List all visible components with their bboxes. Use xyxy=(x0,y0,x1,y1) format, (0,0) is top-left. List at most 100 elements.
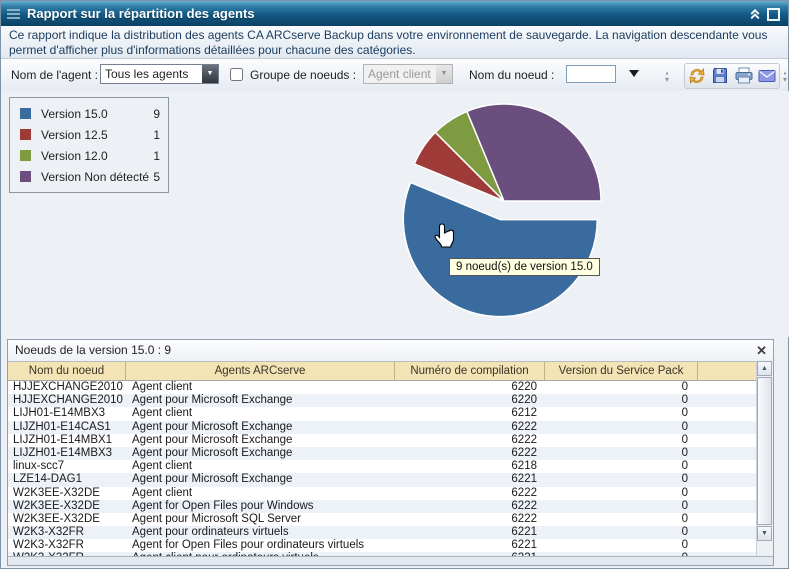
cell-node: W2K3EE-X32DE xyxy=(8,487,126,500)
cell-agent: Agent for Open Files pour ordinateurs vi… xyxy=(126,539,395,552)
cell-node: HJJEXCHANGE2010 xyxy=(8,394,126,407)
table-row[interactable]: W2K3EE-X32DE Agent pour Microsoft SQL Se… xyxy=(8,513,757,526)
table-row[interactable]: HJJEXCHANGE2010 Agent client 6220 0 xyxy=(8,381,757,394)
table-row[interactable]: LZE14-DAG1 Agent pour Microsoft Exchange… xyxy=(8,473,757,486)
cell-build: 6222 xyxy=(395,487,545,500)
chart-legend: Version 15.0 9 Version 12.5 1 Version 12… xyxy=(9,97,169,193)
table-row[interactable]: linux-scc7 Agent client 6218 0 xyxy=(8,460,757,473)
table-row[interactable]: W2K3-X32FR Agent pour ordinateurs virtue… xyxy=(8,526,757,539)
cell-build: 6212 xyxy=(395,407,545,420)
scroll-up-icon[interactable]: ▲ xyxy=(757,361,772,376)
panel-bottom-strip xyxy=(8,556,773,565)
report-description: Ce rapport indique la distribution des a… xyxy=(1,26,788,59)
table-row[interactable]: W2K3EE-X32DE Agent client 6222 0 xyxy=(8,487,757,500)
cell-node: LZE14-DAG1 xyxy=(8,473,126,486)
cell-agent: Agent pour ordinateurs virtuels xyxy=(126,526,395,539)
legend-item[interactable]: Version 12.0 1 xyxy=(18,145,160,166)
cell-node: HJJEXCHANGE2010 xyxy=(8,381,126,394)
cell-build: 6222 xyxy=(395,500,545,513)
cell-filler xyxy=(698,434,757,447)
legend-swatch xyxy=(20,129,31,140)
cell-build: 6221 xyxy=(395,539,545,552)
restore-icon[interactable] xyxy=(767,8,780,21)
cell-sp: 0 xyxy=(545,434,698,447)
legend-count: 1 xyxy=(153,128,160,142)
cell-node: W2K3-X32FR xyxy=(8,526,126,539)
pie-tooltip: 9 noeud(s) de version 15.0 xyxy=(449,258,600,276)
agent-select[interactable]: Tous les agents ▼ xyxy=(100,64,219,84)
cell-node: LIJZH01-E14MBX3 xyxy=(8,447,126,460)
node-name-label: Nom du noeud : xyxy=(469,68,554,82)
cell-agent: Agent pour Microsoft Exchange xyxy=(126,421,395,434)
cell-sp: 0 xyxy=(545,526,698,539)
cell-sp: 0 xyxy=(545,473,698,486)
chevron-down-icon: ▼ xyxy=(436,65,452,83)
table-row[interactable]: HJJEXCHANGE2010 Agent pour Microsoft Exc… xyxy=(8,394,757,407)
cell-node: W2K3EE-X32DE xyxy=(8,513,126,526)
table-row[interactable]: LIJZH01-E14MBX3 Agent pour Microsoft Exc… xyxy=(8,447,757,460)
cell-node: W2K3-X32FR xyxy=(8,539,126,552)
table-row[interactable]: LIJZH01-E14MBX1 Agent pour Microsoft Exc… xyxy=(8,434,757,447)
cell-filler xyxy=(698,407,757,420)
refresh-icon[interactable] xyxy=(687,66,707,86)
page-title: Rapport sur la répartition des agents xyxy=(27,6,255,21)
cell-sp: 0 xyxy=(545,407,698,420)
cell-build: 6221 xyxy=(395,526,545,539)
pie-slice-1[interactable] xyxy=(403,183,597,317)
print-icon[interactable] xyxy=(734,66,754,86)
cell-build: 6221 xyxy=(395,473,545,486)
column-header-node[interactable]: Nom du noeud xyxy=(8,362,126,380)
vertical-scrollbar[interactable]: ▲ ▼ xyxy=(756,361,773,560)
legend-label: Version Non détecté xyxy=(41,170,149,184)
toolbar-overflow-icon[interactable]: ▪▾ xyxy=(662,71,672,83)
node-group-checkbox[interactable] xyxy=(230,68,243,81)
node-name-dropdown-icon[interactable] xyxy=(629,70,639,77)
table-row[interactable]: W2K3-X32FR Agent for Open Files pour ord… xyxy=(8,539,757,552)
agent-select-value: Tous les agents xyxy=(105,67,188,81)
node-name-input[interactable] xyxy=(566,65,616,83)
toolbar-overflow-icon[interactable]: ▪▾ xyxy=(780,71,789,83)
chevron-down-icon[interactable]: ▼ xyxy=(202,65,218,83)
legend-swatch xyxy=(20,150,31,161)
close-icon[interactable]: ✕ xyxy=(756,342,767,359)
nodes-panel: Noeuds de la version 15.0 : 9 ✕ Nom du n… xyxy=(7,339,774,566)
cell-filler xyxy=(698,539,757,552)
cell-sp: 0 xyxy=(545,381,698,394)
scroll-down-icon[interactable]: ▼ xyxy=(757,526,772,541)
legend-item[interactable]: Version 15.0 9 xyxy=(18,103,160,124)
node-group-select-value: Agent client xyxy=(368,67,431,81)
cell-node: LIJZH01-E14MBX1 xyxy=(8,434,126,447)
node-group-select: Agent client ▼ xyxy=(363,64,453,84)
table-row[interactable]: W2K3EE-X32DE Agent for Open Files pour W… xyxy=(8,500,757,513)
hand-cursor-icon xyxy=(434,223,456,254)
scrollbar-thumb[interactable] xyxy=(757,377,772,525)
cell-build: 6220 xyxy=(395,394,545,407)
cell-build: 6222 xyxy=(395,513,545,526)
titlebar: Rapport sur la répartition des agents xyxy=(1,1,788,26)
legend-label: Version 12.0 xyxy=(41,149,108,163)
legend-swatch xyxy=(20,108,31,119)
table-row[interactable]: LIJH01-E14MBX3 Agent client 6212 0 xyxy=(8,407,757,420)
collapse-icon[interactable] xyxy=(748,7,762,20)
agent-name-label: Nom de l'agent : xyxy=(11,68,98,82)
save-icon[interactable] xyxy=(710,66,730,86)
cell-filler xyxy=(698,394,757,407)
legend-item[interactable]: Version Non détecté 5 xyxy=(18,166,160,187)
legend-count: 9 xyxy=(153,107,160,121)
legend-label: Version 15.0 xyxy=(41,107,108,121)
cell-build: 6222 xyxy=(395,447,545,460)
report-actions-group xyxy=(684,63,780,89)
legend-count: 1 xyxy=(153,149,160,163)
column-header-build[interactable]: Numéro de compilation xyxy=(395,362,545,380)
cell-agent: Agent pour Microsoft Exchange xyxy=(126,473,395,486)
column-header-sp[interactable]: Version du Service Pack xyxy=(545,362,698,380)
cell-filler xyxy=(698,513,757,526)
cell-node: linux-scc7 xyxy=(8,460,126,473)
cell-build: 6222 xyxy=(395,434,545,447)
cell-sp: 0 xyxy=(545,513,698,526)
column-header-agent[interactable]: Agents ARCserve xyxy=(126,362,395,380)
table-row[interactable]: LIJZH01-E14CAS1 Agent pour Microsoft Exc… xyxy=(8,421,757,434)
cell-node: W2K3EE-X32DE xyxy=(8,500,126,513)
legend-item[interactable]: Version 12.5 1 xyxy=(18,124,160,145)
email-icon[interactable] xyxy=(757,66,777,86)
